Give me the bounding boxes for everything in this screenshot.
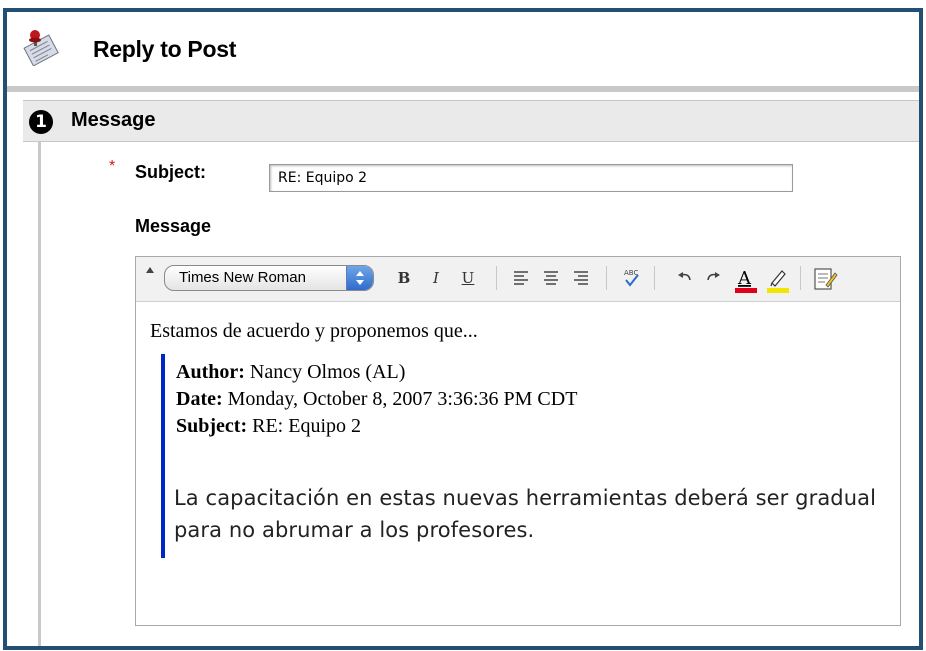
preview-edit-icon[interactable] <box>812 265 838 291</box>
collapse-toolbar-arrow-icon[interactable] <box>146 267 154 273</box>
subject-input[interactable]: RE: Equipo 2 <box>269 164 793 192</box>
subject-label: Subject: <box>135 162 207 182</box>
undo-icon[interactable] <box>674 265 696 291</box>
quote-date-label: Date: <box>176 388 223 410</box>
toolbar-separator <box>496 266 497 290</box>
message-label: Message <box>135 216 212 236</box>
message-editor: Times New Roman B I U ABC A Estamos de a… <box>135 256 901 626</box>
reply-text: Estamos de acuerdo y proponemos que... <box>150 320 478 342</box>
quote-subject-value: RE: Equipo 2 <box>252 415 361 437</box>
align-left-icon[interactable] <box>510 265 532 291</box>
quote-author-label: Author: <box>176 361 245 383</box>
toolbar-separator <box>606 266 607 290</box>
quoted-post-body: La capacitación en estas nuevas herramie… <box>174 486 877 542</box>
quote-author-line: Author: Nancy Olmos (AL) <box>176 359 577 386</box>
font-family-select[interactable]: Times New Roman <box>164 265 374 291</box>
required-marker: * <box>109 158 116 175</box>
section-indent-rule <box>38 141 41 646</box>
quoted-post-header: Author: Nancy Olmos (AL) Date: Monday, O… <box>176 359 577 440</box>
select-stepper-icon <box>346 266 373 290</box>
discussion-post-pushpin-icon <box>23 28 59 67</box>
header-divider <box>7 86 919 92</box>
quote-subject-line: Subject: RE: Equipo 2 <box>176 413 577 440</box>
svg-text:A: A <box>737 268 752 289</box>
italic-button[interactable]: I <box>426 265 446 291</box>
section-title: Message <box>71 109 156 131</box>
text-color-icon[interactable]: A <box>734 265 758 293</box>
underline-button[interactable]: U <box>458 265 478 291</box>
spellcheck-icon[interactable]: ABC <box>620 265 644 291</box>
align-center-icon[interactable] <box>540 265 562 291</box>
quote-indicator-bar <box>161 354 165 558</box>
quote-date-line: Date: Monday, October 8, 2007 3:36:36 PM… <box>176 386 577 413</box>
toolbar-separator <box>654 266 655 290</box>
quote-author-value: Nancy Olmos (AL) <box>249 361 406 383</box>
section-header-message: 1 Message <box>23 100 919 142</box>
editor-content-area[interactable]: Estamos de acuerdo y proponemos que... A… <box>136 302 900 624</box>
redo-icon[interactable] <box>702 265 724 291</box>
font-family-value: Times New Roman <box>179 269 306 286</box>
step-number-badge: 1 <box>29 110 53 134</box>
page-header: Reply to Post <box>7 12 919 86</box>
toolbar-separator <box>800 266 801 290</box>
bold-button[interactable]: B <box>394 265 414 291</box>
quote-date-value: Monday, October 8, 2007 3:36:36 PM CDT <box>227 388 578 410</box>
reply-to-post-panel: Reply to Post 1 Message * Subject: RE: E… <box>3 8 923 650</box>
page-title: Reply to Post <box>93 36 237 62</box>
align-right-icon[interactable] <box>570 265 592 291</box>
highlight-color-icon[interactable] <box>766 265 790 293</box>
editor-toolbar: Times New Roman B I U ABC A <box>136 257 900 302</box>
quote-subject-label: Subject: <box>176 415 248 437</box>
